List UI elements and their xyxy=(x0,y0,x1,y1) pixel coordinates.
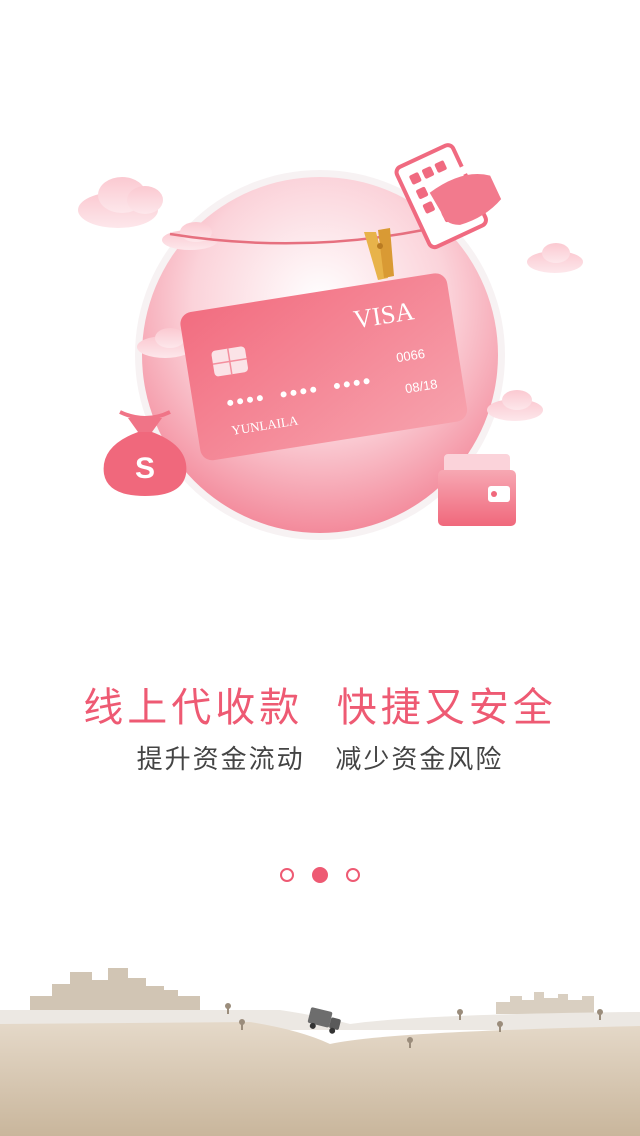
page-indicator xyxy=(0,867,640,888)
city-ground-scenery xyxy=(0,968,640,1136)
delivery-truck-icon xyxy=(307,1007,341,1034)
page-dot-1[interactable] xyxy=(280,868,294,882)
card-illustration: VISA 0066 08/18 YUNLAILA S xyxy=(78,143,583,540)
cloud-icon xyxy=(78,177,163,228)
page-dot-2-active[interactable] xyxy=(312,867,328,883)
cloud-icon xyxy=(527,243,583,273)
headline: 线上代收款 快捷又安全 xyxy=(83,685,557,731)
page-dot-3[interactable] xyxy=(346,868,360,882)
city-skyline-left xyxy=(30,968,200,1010)
onboarding-screen: VISA 0066 08/18 YUNLAILA S 线上代收款 快捷又安全 提… xyxy=(0,0,640,1136)
bag-symbol: S xyxy=(135,452,155,485)
city-skyline-right xyxy=(496,992,594,1014)
subtitle: 提升资金流动 减少资金风险 xyxy=(136,745,504,775)
wallet-icon xyxy=(438,454,516,526)
